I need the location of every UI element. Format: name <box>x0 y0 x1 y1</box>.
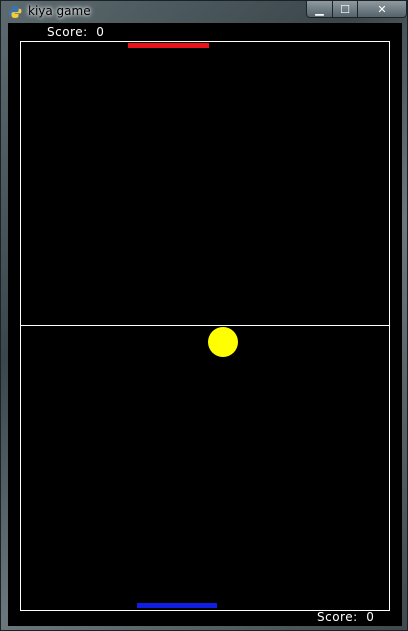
game-canvas[interactable]: Score: 0 Score: 0 <box>8 23 402 626</box>
court-boundary <box>20 41 390 611</box>
top-score-label: Score: <box>47 25 88 39</box>
python-icon <box>8 6 22 18</box>
top-score-value: 0 <box>96 25 105 39</box>
close-icon: ✕ <box>377 2 387 16</box>
close-button[interactable]: ✕ <box>357 1 407 18</box>
game-window: kiya game ▁ ☐ ✕ Score: 0 Score: 0 <box>0 0 408 631</box>
center-line <box>20 325 390 326</box>
ball <box>208 327 238 357</box>
top-score: Score: 0 <box>47 25 104 39</box>
minimize-button[interactable]: ▁ <box>306 1 333 18</box>
bottom-paddle <box>137 603 217 608</box>
bottom-score-label: Score: <box>317 610 358 624</box>
minimize-icon: ▁ <box>315 2 324 16</box>
window-controls: ▁ ☐ ✕ <box>306 1 408 18</box>
maximize-button[interactable]: ☐ <box>332 1 358 18</box>
bottom-score-value: 0 <box>366 610 375 624</box>
bottom-score: Score: 0 <box>317 610 374 624</box>
title-bar[interactable]: kiya game ▁ ☐ ✕ <box>1 1 407 23</box>
maximize-icon: ☐ <box>340 2 350 16</box>
top-paddle <box>128 43 209 48</box>
window-title: kiya game <box>28 4 91 18</box>
